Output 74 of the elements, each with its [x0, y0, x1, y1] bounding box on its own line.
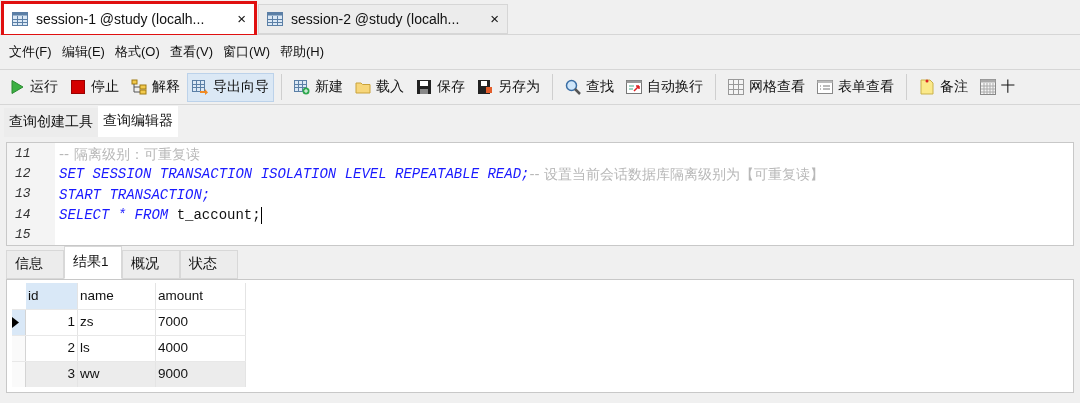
calendar-grid-icon [980, 79, 996, 95]
table-cell: 7000 [156, 310, 246, 335]
row-selector-cell[interactable] [12, 310, 26, 335]
column-header[interactable]: amount [156, 283, 246, 309]
toolbar-button[interactable]: 解释 [126, 72, 185, 102]
toolbar-button[interactable]: 十 [975, 72, 1020, 102]
toolbar-button[interactable]: 导出向导 [187, 72, 274, 102]
document-tab[interactable]: session-2 @study (localh... × [258, 4, 508, 34]
row-selector-cell[interactable] [12, 362, 26, 387]
result-tab[interactable]: 结果1 [64, 246, 122, 279]
menu-item[interactable]: 编辑(E) [56, 42, 110, 62]
toolbar-button[interactable]: 表单查看 [812, 72, 899, 102]
table-icon [12, 12, 28, 26]
code-text: SET SESSION TRANSACTION ISOLATION LEVEL REPEATABLE READ; [59, 165, 530, 185]
note-icon [919, 79, 935, 95]
code-text: t_account; [176, 206, 261, 226]
line-number: 11 [14, 145, 32, 163]
toolbar-button[interactable]: 停止 [65, 72, 124, 102]
toolbar-button[interactable]: 网格查看 [723, 72, 810, 102]
folder-icon [355, 79, 371, 95]
row-selector-cell[interactable] [12, 336, 26, 361]
code-text: START TRANSACTION; [59, 185, 211, 205]
text-wrap-icon [626, 79, 642, 95]
toolbar-button[interactable]: 运行 [4, 72, 63, 102]
play-icon [9, 79, 25, 95]
line-number: 13 [14, 185, 32, 204]
table-row[interactable]: 2 ls 4000 [12, 335, 246, 361]
table-icon [267, 12, 283, 26]
code-text: SELECT * FROM [59, 206, 170, 226]
table-cell: zs [78, 310, 156, 335]
table-cell: ww [78, 362, 156, 387]
table-cell: 9000 [156, 362, 246, 387]
tab-label: session-1 @study (localh... [36, 9, 206, 29]
table-cell: ls [78, 336, 156, 361]
table-row[interactable]: 3 ww 9000 [12, 361, 246, 387]
column-header[interactable]: id [26, 283, 78, 309]
result-tab[interactable]: 状态 [180, 250, 238, 279]
menu-item[interactable]: 帮助(H) [275, 42, 330, 62]
line-number: 12 [14, 165, 32, 184]
table-row[interactable]: 1 zs 7000 [12, 309, 246, 335]
toolbar-button[interactable]: 查找 [560, 72, 619, 102]
menu-item[interactable]: 格式(O) [109, 42, 165, 62]
close-button[interactable]: × [490, 7, 499, 31]
form-icon [817, 79, 833, 95]
grid-icon [728, 79, 744, 95]
code-comment: -- 隔离级别：可重复读 [59, 144, 200, 164]
editor-tab[interactable]: 查询编辑器 [98, 106, 178, 137]
code-editor[interactable]: 11 12 13 14 15 -- 隔离级别：可重复读 SET SESSION TRANSACTION ISOLATION LEVEL REPEATABLE READ;-- 设置当前会话数据库隔离级别为【可重复读】 START TRANSACTION; SELECT * FROM t_account; [6, 142, 1074, 246]
table-cell: 4000 [156, 336, 246, 361]
toolbar-button[interactable]: 自动换行 [621, 72, 708, 102]
tree-icon [131, 79, 147, 95]
toolbar-button[interactable]: 另存为 [472, 72, 545, 102]
close-button[interactable]: × [237, 7, 246, 31]
current-row-marker-icon [12, 317, 19, 328]
line-number: 14 [14, 205, 32, 224]
line-number: 15 [14, 225, 32, 244]
code-comment: -- 设置当前会话数据库隔离级别为【可重复读】 [529, 165, 825, 185]
toolbar-button[interactable]: 保存 [411, 72, 470, 102]
menu-item[interactable]: 查看(V) [164, 42, 219, 62]
menu-item[interactable]: 窗口(W) [218, 42, 275, 62]
tab-label: session-2 @study (localh... [291, 9, 461, 29]
column-header[interactable]: name [78, 283, 156, 309]
search-icon [565, 79, 581, 95]
result-tab[interactable]: 信息 [6, 250, 64, 279]
editor-tab[interactable]: 查询创建工具 [4, 108, 98, 137]
toolbar-button[interactable]: 载入 [350, 72, 409, 102]
toolbar-button[interactable]: 新建 [289, 72, 348, 102]
menu-item[interactable]: 文件(F) [4, 42, 57, 62]
toolbar-button[interactable]: 备注 [914, 72, 973, 102]
table-export-icon [192, 79, 208, 95]
result-tab[interactable]: 概况 [122, 250, 180, 279]
stop-icon [70, 79, 86, 95]
table-add-icon [294, 79, 310, 95]
document-tab[interactable]: session-1 @study (localh... × [4, 4, 254, 34]
